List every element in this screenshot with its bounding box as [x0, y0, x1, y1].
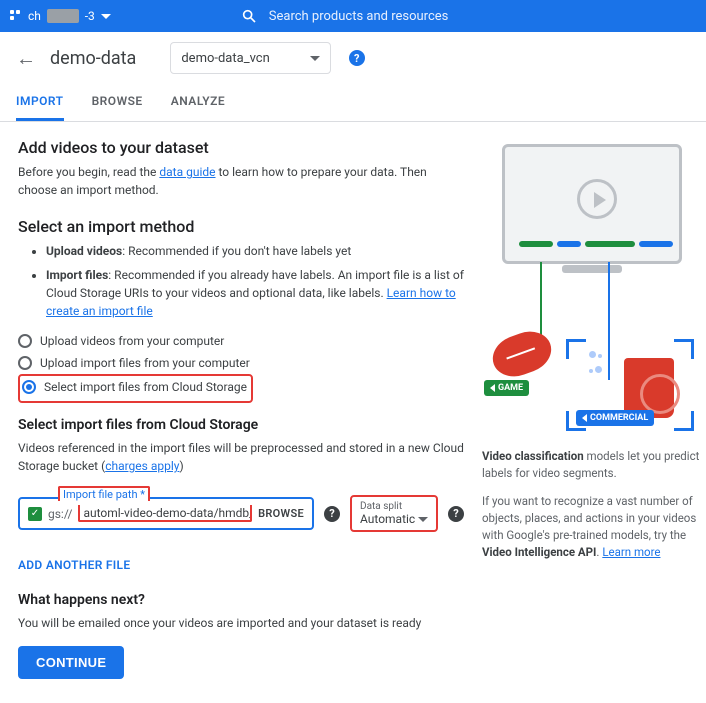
radio-icon [18, 334, 32, 348]
play-icon [577, 179, 617, 219]
radio-icon [18, 356, 32, 370]
select-files-heading: Select import files from Cloud Storage [18, 417, 464, 433]
tab-analyze[interactable]: ANALYZE [171, 84, 225, 121]
highlight-select-cloud-storage: Select import files from Cloud Storage [18, 374, 253, 403]
project-name-suffix: -3 [85, 9, 95, 23]
import-path-label: Import file path * [58, 486, 150, 501]
label-game: GAME [484, 380, 529, 396]
import-path-field[interactable]: Import file path * ✓ gs:// automl-video-… [18, 497, 314, 530]
right-desc-2: If you want to recognize a vast number o… [482, 493, 702, 562]
project-switcher[interactable]: ch xxxx -3 [0, 9, 121, 23]
search-icon [241, 8, 257, 24]
tabs: IMPORT BROWSE ANALYZE [0, 84, 706, 122]
intro-heading: Add videos to your dataset [18, 138, 464, 157]
page-title: demo-data [50, 48, 136, 69]
illustration: GAME COMMERCIAL [482, 144, 702, 434]
tab-import[interactable]: IMPORT [16, 84, 64, 121]
check-icon: ✓ [28, 507, 42, 521]
learn-more-link[interactable]: Learn more [602, 545, 660, 559]
import-path-input[interactable]: automl-video-demo-data/hmdb_split1_5cl [78, 505, 252, 522]
bullet-import: Import files: Recommended if you already… [46, 266, 464, 320]
radio-icon [22, 380, 36, 394]
browse-button[interactable]: BROWSE [258, 507, 304, 520]
subheader: ← demo-data demo-data_vcn ? [0, 32, 706, 84]
what-next-body: You will be emailed once your videos are… [18, 614, 464, 632]
bullet-upload: Upload videos: Recommended if you don't … [46, 242, 464, 260]
label-commercial: COMMERCIAL [576, 410, 654, 426]
dataset-dropdown-value: demo-data_vcn [181, 51, 269, 66]
continue-button[interactable]: CONTINUE [18, 646, 124, 679]
left-column: Add videos to your dataset Before you be… [18, 138, 464, 679]
method-bullets: Upload videos: Recommended if you don't … [46, 242, 464, 320]
tab-browse[interactable]: BROWSE [92, 84, 143, 121]
radio-upload-videos[interactable]: Upload videos from your computer [18, 330, 464, 352]
import-method-radios: Upload videos from your computer Upload … [18, 330, 464, 403]
project-name-prefix: ch [28, 9, 41, 23]
intro-body: Before you begin, read the data guide to… [18, 163, 464, 199]
radio-label: Upload videos from your computer [40, 334, 224, 348]
main: Add videos to your dataset Before you be… [0, 122, 706, 703]
search-box[interactable]: Search products and resources [121, 8, 706, 24]
chevron-down-icon [418, 517, 428, 522]
add-another-file-button[interactable]: ADD ANOTHER FILE [18, 552, 130, 578]
help-icon[interactable]: ? [324, 506, 340, 522]
import-path-row: Import file path * ✓ gs:// automl-video-… [18, 495, 464, 532]
chevron-down-icon [101, 14, 111, 19]
method-heading: Select an import method [18, 217, 464, 236]
data-split-label: Data split [360, 501, 428, 512]
help-icon[interactable]: ? [349, 50, 365, 66]
radio-label: Upload import files from your computer [40, 356, 250, 370]
select-files-desc: Videos referenced in the import files wi… [18, 439, 464, 475]
cup-graphic [624, 358, 674, 418]
what-next-heading: What happens next? [18, 592, 464, 608]
top-bar: ch xxxx -3 Search products and resources [0, 0, 706, 32]
football-graphic [487, 325, 557, 383]
gs-prefix: gs:// [48, 507, 72, 521]
bubbles-graphic [588, 348, 603, 378]
data-split-value: Automatic [360, 512, 415, 526]
project-name-redacted: xxxx [47, 9, 79, 23]
data-guide-link[interactable]: data guide [159, 165, 215, 179]
back-arrow-icon[interactable]: ← [16, 46, 36, 71]
radio-select-cloud-storage[interactable]: Select import files from Cloud Storage [22, 376, 247, 398]
search-placeholder: Search products and resources [269, 9, 449, 24]
video-frame-graphic [502, 144, 682, 264]
help-icon[interactable]: ? [448, 506, 464, 522]
data-split-dropdown[interactable]: Data split Automatic [350, 495, 438, 532]
charges-apply-link[interactable]: charges apply [105, 459, 179, 473]
right-column: GAME COMMERCIAL Video classification mod… [482, 138, 702, 679]
dataset-dropdown[interactable]: demo-data_vcn [170, 42, 330, 74]
chevron-down-icon [310, 56, 320, 61]
radio-label: Select import files from Cloud Storage [44, 380, 247, 394]
radio-upload-import-files[interactable]: Upload import files from your computer [18, 352, 464, 374]
right-desc-1: Video classification models let you pred… [482, 448, 702, 483]
